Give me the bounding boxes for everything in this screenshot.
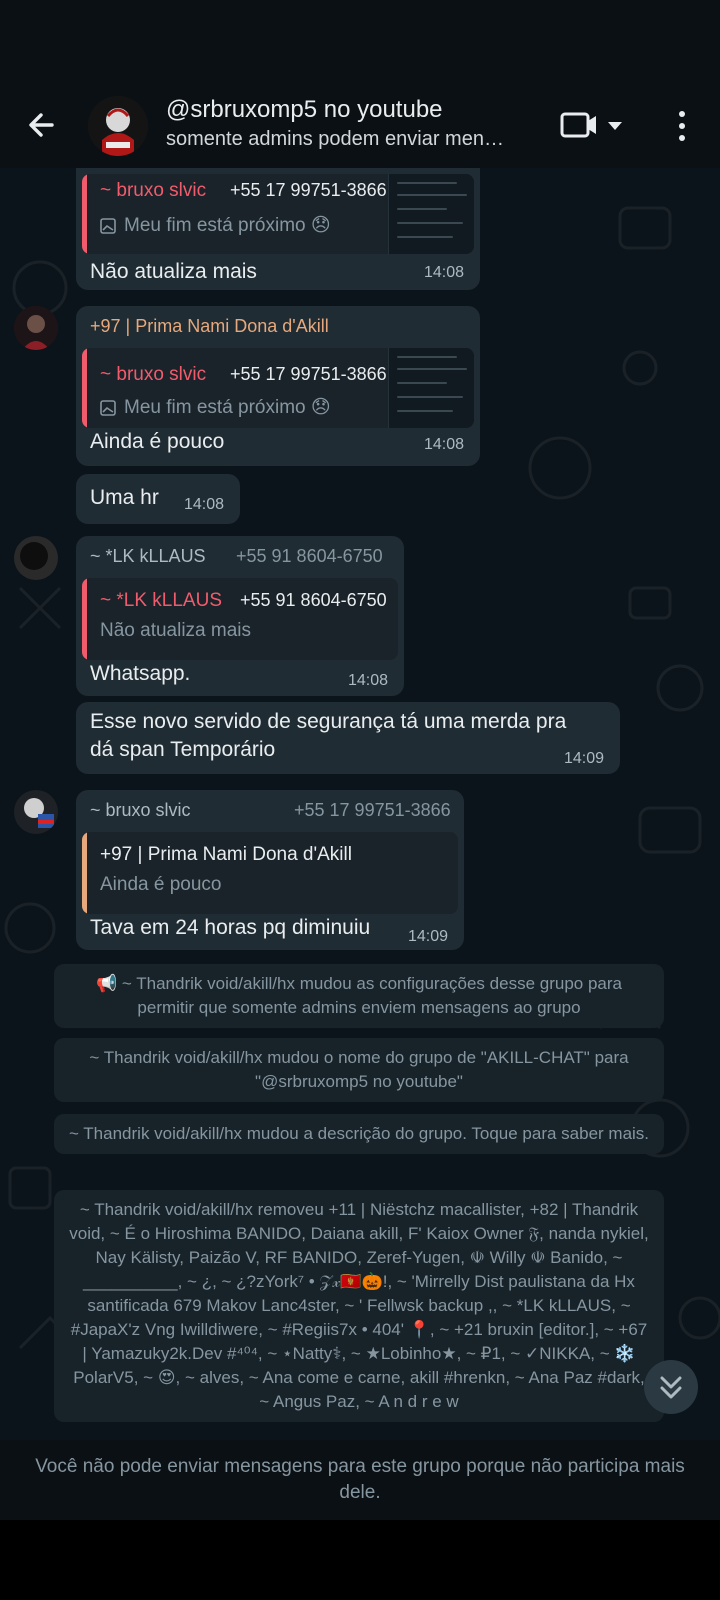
chat-header: @srbruxomp5 no youtube somente admins po… xyxy=(0,86,720,168)
quoted-text: Meu fim está próximo 😞 xyxy=(124,215,331,236)
back-arrow-icon[interactable] xyxy=(22,105,62,145)
quoted-phone: +55 91 8604-6750 xyxy=(240,590,387,610)
system-message[interactable]: ~ Thandrik void/akill/hx mudou a descriç… xyxy=(54,1114,664,1154)
message-bubble[interactable]: ~ bruxo slvic +55 17 99751-3866 Meu fim … xyxy=(76,168,480,290)
quoted-sender: ~ bruxo slvic xyxy=(100,180,207,201)
message-bubble[interactable]: ~ bruxo slvic +55 17 99751-3866 +97 | Pr… xyxy=(76,790,464,950)
image-icon xyxy=(100,400,116,416)
message-time: 14:09 xyxy=(408,928,449,945)
chevrons-down-icon xyxy=(660,1376,682,1399)
quoted-sender: ~ *LK kLLAUS xyxy=(100,590,222,611)
message-text: Não atualiza mais xyxy=(90,260,257,283)
quoted-message[interactable]: ~ bruxo slvic +55 17 99751-3866 Meu fim … xyxy=(82,348,474,428)
message-text-line-1: Esse novo servido de segurança tá uma me… xyxy=(90,710,567,733)
video-call-icon[interactable] xyxy=(560,108,630,144)
quoted-thumbnail xyxy=(388,174,474,254)
quoted-text: Não atualiza mais xyxy=(100,620,252,641)
quoted-message[interactable]: +97 | Prima Nami Dona d'Akill Ainda é po… xyxy=(82,832,458,914)
sender-name[interactable]: ~ bruxo slvic xyxy=(90,800,191,821)
sender-avatar[interactable] xyxy=(14,306,58,350)
message-time: 14:08 xyxy=(184,496,225,513)
quoted-sender: +97 | Prima Nami Dona d'Akill xyxy=(100,844,352,865)
message-bubble[interactable]: Esse novo servido de segurança tá uma me… xyxy=(76,702,620,774)
quoted-phone: +55 17 99751-3866 xyxy=(230,180,387,200)
system-message: ~ Thandrik void/akill/hx removeu +11 | N… xyxy=(54,1190,664,1422)
message-text: Ainda é pouco xyxy=(90,430,225,453)
system-message: 📢 ~ Thandrik void/akill/hx mudou as conf… xyxy=(54,964,664,1028)
sender-phone: +55 91 8604-6750 xyxy=(236,546,383,566)
message-time: 14:08 xyxy=(424,264,465,281)
sender-phone: +55 17 99751-3866 xyxy=(294,800,451,820)
quoted-message[interactable]: ~ bruxo slvic +55 17 99751-3866 Meu fim … xyxy=(82,174,474,254)
message-bubble[interactable]: ~ *LK kLLAUS +55 91 8604-6750 ~ *LK kLLA… xyxy=(76,536,404,696)
sender-avatar[interactable] xyxy=(14,790,58,834)
navigation-bar xyxy=(0,1520,720,1600)
quoted-sender: ~ bruxo slvic xyxy=(100,364,207,385)
status-bar xyxy=(0,0,720,86)
quoted-message[interactable]: ~ *LK kLLAUS +55 91 8604-6750 Não atuali… xyxy=(82,578,398,660)
quoted-thumbnail xyxy=(388,348,474,428)
message-text: Tava em 24 horas pq diminuiu xyxy=(90,916,371,939)
image-icon xyxy=(100,218,116,234)
sender-avatar[interactable] xyxy=(14,536,58,580)
more-options-icon[interactable] xyxy=(672,106,692,146)
message-bubble[interactable]: Uma hr 14:08 xyxy=(76,474,240,524)
message-time: 14:09 xyxy=(564,750,605,767)
quoted-text: Ainda é pouco xyxy=(100,874,222,895)
message-time: 14:08 xyxy=(348,672,389,689)
chat-area[interactable]: ~ bruxo slvic +55 17 99751-3866 Meu fim … xyxy=(0,168,720,1440)
quoted-phone: +55 17 99751-3866 xyxy=(230,364,387,384)
chat-title[interactable]: @srbruxomp5 no youtube xyxy=(166,96,443,124)
message-time: 14:08 xyxy=(424,436,465,453)
quoted-text: Meu fim está próximo 😞 xyxy=(124,397,331,418)
system-message: ~ Thandrik void/akill/hx mudou o nome do… xyxy=(54,1038,664,1102)
chat-subtitle[interactable]: somente admins podem enviar men… xyxy=(166,128,504,151)
message-text: Whatsapp. xyxy=(90,662,191,685)
message-text-line-2: dá span Temporário xyxy=(90,738,276,761)
cannot-send-notice: Você não pode enviar mensagens para este… xyxy=(0,1440,720,1520)
scroll-to-bottom-button[interactable] xyxy=(644,1360,698,1414)
sender-name[interactable]: ~ *LK kLLAUS xyxy=(90,546,206,567)
group-avatar[interactable] xyxy=(88,96,148,156)
sender-name[interactable]: +97 | Prima Nami Dona d'Akill xyxy=(90,316,329,337)
message-bubble[interactable]: +97 | Prima Nami Dona d'Akill ~ bruxo sl… xyxy=(76,306,480,466)
message-text: Uma hr xyxy=(90,486,159,509)
